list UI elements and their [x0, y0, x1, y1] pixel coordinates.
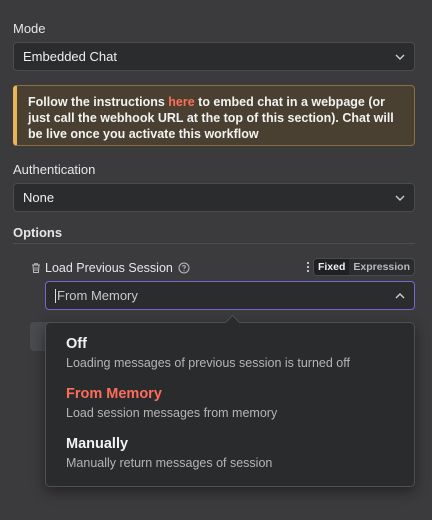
trash-icon[interactable] — [30, 262, 42, 274]
dropdown-item-title: Manually — [66, 436, 129, 452]
auth-value: None — [23, 190, 55, 205]
fixed-expression-toggle[interactable]: Fixed Expression — [312, 258, 415, 276]
dropdown-item-off[interactable]: Off Loading messages of previous session… — [66, 336, 396, 370]
chevron-down-icon — [395, 195, 405, 201]
dropdown-item-from-memory[interactable]: From Memory Load session messages from m… — [66, 386, 396, 420]
dropdown-item-desc: Loading messages of previous session is … — [66, 356, 350, 370]
option-param-label: Load Previous Session — [45, 261, 173, 275]
mode-value: Embedded Chat — [23, 49, 117, 64]
load-session-select[interactable]: From Memory — [45, 281, 415, 310]
help-circle-icon[interactable] — [178, 262, 190, 274]
chevron-down-icon — [395, 54, 405, 60]
mode-select[interactable]: Embedded Chat — [13, 42, 415, 71]
chevron-up-icon — [395, 293, 405, 299]
options-divider — [13, 243, 415, 244]
option-load-previous-session: Load Previous Session Fixed Expression — [30, 258, 415, 277]
auth-label: Authentication — [13, 162, 96, 177]
toggle-expression[interactable]: Expression — [349, 259, 414, 275]
dropdown-item-manually[interactable]: Manually Manually return messages of ses… — [66, 436, 396, 470]
notice-text-before: Follow the instructions — [28, 95, 169, 109]
dropdown-item-desc: Load session messages from memory — [66, 406, 278, 420]
text-caret — [55, 288, 56, 303]
dropdown-item-desc: Manually return messages of session — [66, 456, 273, 470]
dropdown-item-title: From Memory — [66, 386, 162, 402]
mode-label: Mode — [13, 21, 46, 36]
toggle-fixed[interactable]: Fixed — [313, 259, 350, 275]
options-label: Options — [13, 225, 63, 240]
load-session-value: From Memory — [57, 288, 138, 303]
embed-notice: Follow the instructions here to embed ch… — [13, 85, 415, 146]
vertical-dots-icon[interactable] — [305, 261, 311, 273]
dropdown-item-title: Off — [66, 336, 87, 352]
load-session-dropdown: Off Loading messages of previous session… — [45, 322, 415, 487]
notice-link[interactable]: here — [168, 95, 194, 109]
auth-select[interactable]: None — [13, 183, 415, 212]
